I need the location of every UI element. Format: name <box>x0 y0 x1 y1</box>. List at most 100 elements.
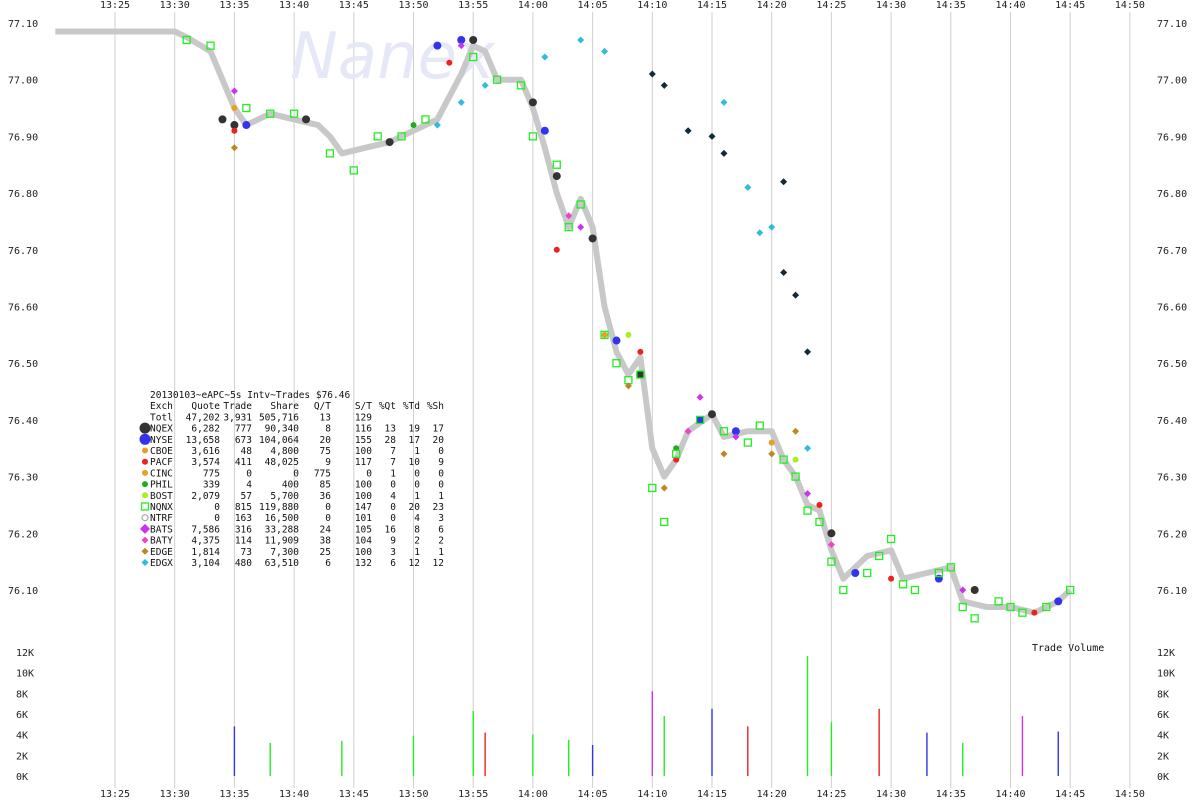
legend-cell-nyse: 28 <box>385 435 397 446</box>
y-tick-label: 76.90 <box>8 132 38 143</box>
volume-tick-label: 10K <box>16 669 34 680</box>
x-tick-label: 14:30 <box>876 789 906 800</box>
legend-cell-edge: 7,300 <box>270 547 299 558</box>
volume-tick-label: 0K <box>16 772 28 783</box>
trade-point-nqnx <box>743 438 752 447</box>
legend-cell-ntrf: 0 <box>214 513 220 524</box>
volume-tick-label: 0K <box>1157 772 1169 783</box>
legend-cell-cinc: 1 <box>390 468 396 479</box>
legend-cell-nyse: 20 <box>320 435 332 446</box>
legend-marker-ntrf <box>141 514 149 522</box>
legend-cell-cboe: 48 <box>241 446 253 457</box>
x-tick-label: 13:40 <box>279 0 309 11</box>
trade-point-pacf <box>888 575 895 582</box>
y-tick-label: 76.50 <box>1157 359 1187 370</box>
volume-tick-label: 6K <box>16 710 28 721</box>
volume-label: Trade Volume <box>1032 643 1104 654</box>
legend-cell-pacf: 9 <box>325 457 331 468</box>
legend-header-cell: Exch <box>150 401 173 412</box>
legend-cell-cboe: 1 <box>414 446 420 457</box>
legend-header-cell: Share <box>270 401 299 412</box>
trade-point-nyse <box>540 126 549 135</box>
trade-point-nqex <box>780 178 788 186</box>
trade-point-nqex <box>636 370 645 379</box>
legend-table: 20130103~eAPC~5s Intv~Trades $76.46Exch Q… <box>139 390 445 569</box>
legend-header-cell: Trade <box>223 401 252 412</box>
trade-point-nqex <box>970 586 979 594</box>
legend-cell-phil: 85 <box>320 480 331 491</box>
trade-point-nyse <box>1054 597 1063 606</box>
legend-cell-phil: 0 <box>390 480 396 491</box>
legend-cell-pacf: 48,025 <box>265 457 299 468</box>
trade-point-nqex <box>708 132 716 140</box>
legend-cell-bats: 33,288 <box>265 524 300 535</box>
legend-cell-edgx: 480 <box>235 558 252 569</box>
trade-point-nyse <box>433 41 442 50</box>
legend-cell-nyse: 673 <box>235 435 252 446</box>
trade-point-edge <box>660 484 668 492</box>
legend-cell-edgx: 63,510 <box>265 558 300 569</box>
legend-marker-edge <box>141 547 149 555</box>
legend-cell-phil: 4 <box>246 480 252 491</box>
x-tick-label: 14:40 <box>995 789 1025 800</box>
legend-cell-bats: 316 <box>235 524 252 535</box>
trade-point-nqnx <box>863 568 872 578</box>
legend-cell-ntrf: 163 <box>235 513 252 524</box>
x-tick-label: 13:55 <box>458 789 488 800</box>
legend-marker-bats <box>140 523 150 534</box>
trade-point-cboe <box>601 331 608 338</box>
legend-cell-phil: 0 <box>438 480 444 491</box>
chart-canvas: Nanex 13:25 13:25 13:30 13:30 13:35 13:35 13:4… <box>8 0 1187 800</box>
legend-marker-edgx <box>141 559 149 566</box>
x-tick-label: 14:50 <box>1115 0 1145 11</box>
volume-axis-ticks: 12K 12K 10K 10K 8K 8K 6K 6K 4K 4K 2K 2K 0K 0K <box>16 648 1175 783</box>
legend-total-cell: 47,202 <box>186 412 220 423</box>
legend-cell-ntrf: 4 <box>414 513 420 524</box>
legend-cell-nqnx: 0 <box>325 502 331 513</box>
legend-cell-ntrf: 101 <box>355 513 372 524</box>
trade-point-nqnx <box>898 580 908 589</box>
legend-cell-edge: 25 <box>320 547 331 558</box>
x-tick-label: 14:35 <box>936 789 966 800</box>
y-tick-label: 76.40 <box>8 416 38 427</box>
legend-marker-nyse <box>139 433 151 445</box>
legend-cell-bats: 8 <box>414 524 420 535</box>
legend-cell-cinc: 0 <box>366 468 372 479</box>
trade-point-nyse <box>242 121 251 130</box>
legend-cell-ntrf: 0 <box>325 513 331 524</box>
y-tick-label: 76.80 <box>8 189 38 200</box>
legend-cell-pacf: PACF <box>150 457 173 468</box>
y-tick-label: 76.10 <box>8 586 38 597</box>
legend-cell-nqnx: 0 <box>390 502 396 513</box>
legend-cell-cinc: 775 <box>203 468 220 479</box>
legend-cell-cinc: 0 <box>293 468 299 479</box>
legend-cell-cboe: 4,800 <box>270 446 299 457</box>
trade-point-nqnx <box>994 597 1003 606</box>
x-tick-label: 14:15 <box>697 0 727 11</box>
legend-cell-nqex: 116 <box>355 424 372 435</box>
legend-cell-nyse: 13,658 <box>186 435 221 446</box>
legend-cell-cboe: 100 <box>355 446 372 457</box>
trade-point-pacf <box>637 348 644 355</box>
y-tick-label: 76.30 <box>1157 473 1187 484</box>
legend-total-cell: Totl <box>150 412 173 423</box>
legend-cell-nqex: NQEX <box>150 424 173 435</box>
x-tick-label: 13:55 <box>458 0 488 11</box>
trade-point-nqnx <box>373 132 382 141</box>
legend-cell-nyse: 20 <box>433 435 445 446</box>
trade-point-cboe <box>768 439 775 446</box>
trade-point-pacf <box>816 501 823 508</box>
y-tick-label: 76.60 <box>8 303 38 314</box>
trade-point-pacf <box>1031 609 1038 616</box>
x-tick-label: 14:25 <box>816 789 846 800</box>
legend-marker-cboe <box>142 447 148 454</box>
legend-cell-bost: 1 <box>438 491 444 502</box>
legend-header-cell: Q/T <box>314 401 331 412</box>
legend-cell-baty: 104 <box>355 536 372 547</box>
legend-cell-edgx: 3,104 <box>191 558 220 569</box>
legend-cell-phil: 339 <box>203 480 220 491</box>
trade-point-edgx <box>804 444 812 452</box>
x-tick-label: 13:30 <box>160 789 190 800</box>
x-tick-label: 13:30 <box>160 0 190 11</box>
trade-point-nqex <box>684 127 692 135</box>
